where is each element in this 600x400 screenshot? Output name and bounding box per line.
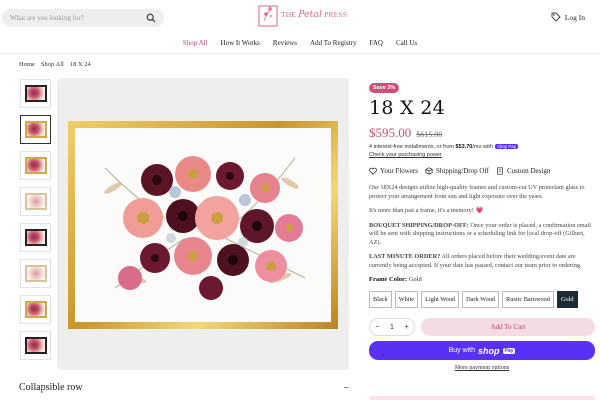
desc-paragraph-4: LAST MINUTE ORDER? All orders placed bef… (369, 253, 582, 269)
nav-how-it-works[interactable]: How It Works (221, 39, 260, 47)
buy-with-shoppay-button[interactable]: Buy with shop Pay (369, 341, 595, 360)
feature-custom-design[interactable]: Custom Design (496, 167, 550, 175)
decrease-quantity-button[interactable]: − (375, 324, 379, 331)
installments-text: 4 interest-free installments, or from $5… (369, 144, 519, 150)
nav-faq[interactable]: FAQ (369, 39, 382, 47)
thumbnail-list (20, 79, 52, 367)
breadcrumb: Home Shop All 18 X 24 (19, 61, 91, 68)
sale-badge: Save 3% (369, 83, 400, 93)
nav-shop-all[interactable]: Shop All (183, 39, 208, 47)
heart-emoji-icon: 💗 (475, 207, 484, 214)
logo-frame-icon (258, 5, 278, 27)
desc-paragraph-2: It's more than just a frame, it's a memo… (369, 207, 484, 214)
breadcrumb-home[interactable]: Home (19, 61, 35, 68)
desc-paragraph-3: BOUQUET SHIPPING/DROP-OFF: Once your ord… (369, 221, 591, 246)
thumbnail[interactable] (20, 295, 51, 324)
frame-color-options: Black White Light Wood Dark Wood Rustic … (369, 291, 595, 308)
gold-frame-image (68, 121, 338, 329)
collapsible-row[interactable]: Collapsible row – (19, 382, 349, 393)
thumbnail[interactable] (20, 187, 51, 216)
nav-reviews[interactable]: Reviews (273, 39, 297, 47)
feature-shipping[interactable]: Shipping/Drop Off (425, 167, 489, 175)
product-info: Save 3% 18 X 24 $595.00 $615.00 4 intere… (369, 76, 595, 371)
add-to-cart-button[interactable]: Add To Cart (421, 318, 595, 336)
document-icon (497, 167, 503, 175)
frame-color-label: Frame Color: Gold (369, 276, 422, 283)
swatch-light-wood[interactable]: Light Wood (421, 291, 460, 308)
pay-logo: Pay (502, 347, 516, 354)
login-label: Log In (564, 12, 585, 22)
check-purchasing-power-link[interactable]: Check your purchasing power (369, 152, 595, 158)
thumbnail[interactable] (20, 331, 51, 360)
header-divider (0, 53, 600, 54)
increase-quantity-button[interactable]: + (405, 324, 409, 331)
login-link[interactable]: Log In (551, 12, 585, 22)
product-description: Our 18X24 designs utilize high-quality f… (369, 184, 595, 270)
tag-icon (551, 12, 561, 22)
quantity-value: 1 (390, 323, 394, 331)
search-icon[interactable] (146, 13, 156, 23)
collapse-toggle-icon[interactable]: – (344, 382, 349, 393)
nav-call-us[interactable]: Call Us (396, 39, 417, 47)
breadcrumb-shop-all[interactable]: Shop All (41, 61, 64, 68)
shoppay-logo: shop Pay (495, 144, 519, 149)
brand-logo[interactable]: THE Petal PRESS (258, 3, 347, 27)
product-main-image[interactable] (57, 78, 349, 370)
swatch-rustic-barnwood[interactable]: Rustic Barnwood (502, 291, 554, 308)
search-bar[interactable] (2, 9, 164, 27)
thumbnail[interactable] (20, 79, 51, 108)
shop-logo: shop (478, 345, 500, 356)
heart-icon (369, 167, 377, 175)
more-payment-options-link[interactable]: More payment options (369, 365, 595, 371)
swatch-white[interactable]: White (394, 291, 419, 308)
breadcrumb-current: 18 X 24 (69, 61, 91, 68)
thumbnail[interactable] (20, 223, 51, 252)
price-row: $595.00 $615.00 (369, 125, 595, 141)
pressed-flowers-image (104, 156, 306, 300)
cart-row: − 1 + Add To Cart (369, 318, 595, 336)
swatch-gold[interactable]: Gold (556, 291, 578, 308)
thumbnail[interactable] (20, 151, 51, 180)
thumbnail-selected[interactable] (20, 115, 51, 144)
compare-price: $615.00 (416, 130, 443, 139)
logo-text: THE Petal PRESS (281, 10, 348, 20)
collapsible-label: Collapsible row (19, 382, 83, 393)
product-title: 18 X 24 (369, 97, 446, 119)
search-input[interactable] (10, 14, 146, 22)
sale-price: $595.00 (369, 125, 412, 140)
main-nav: Shop All How It Works Reviews Add To Reg… (0, 39, 600, 47)
swatch-black[interactable]: Black (369, 291, 392, 308)
quantity-stepper[interactable]: − 1 + (369, 318, 415, 336)
desc-paragraph-1: Our 18X24 designs utilize high-quality f… (369, 184, 585, 200)
swatch-dark-wood[interactable]: Dark Wood (462, 291, 500, 308)
feature-list: Your Flowers Shipping/Drop Off Custom De… (369, 167, 595, 175)
nav-add-to-registry[interactable]: Add To Registry (310, 39, 356, 47)
box-icon (425, 167, 433, 175)
promo-banner-edge (369, 396, 595, 400)
thumbnail[interactable] (20, 259, 51, 288)
feature-your-flowers[interactable]: Your Flowers (369, 167, 418, 175)
